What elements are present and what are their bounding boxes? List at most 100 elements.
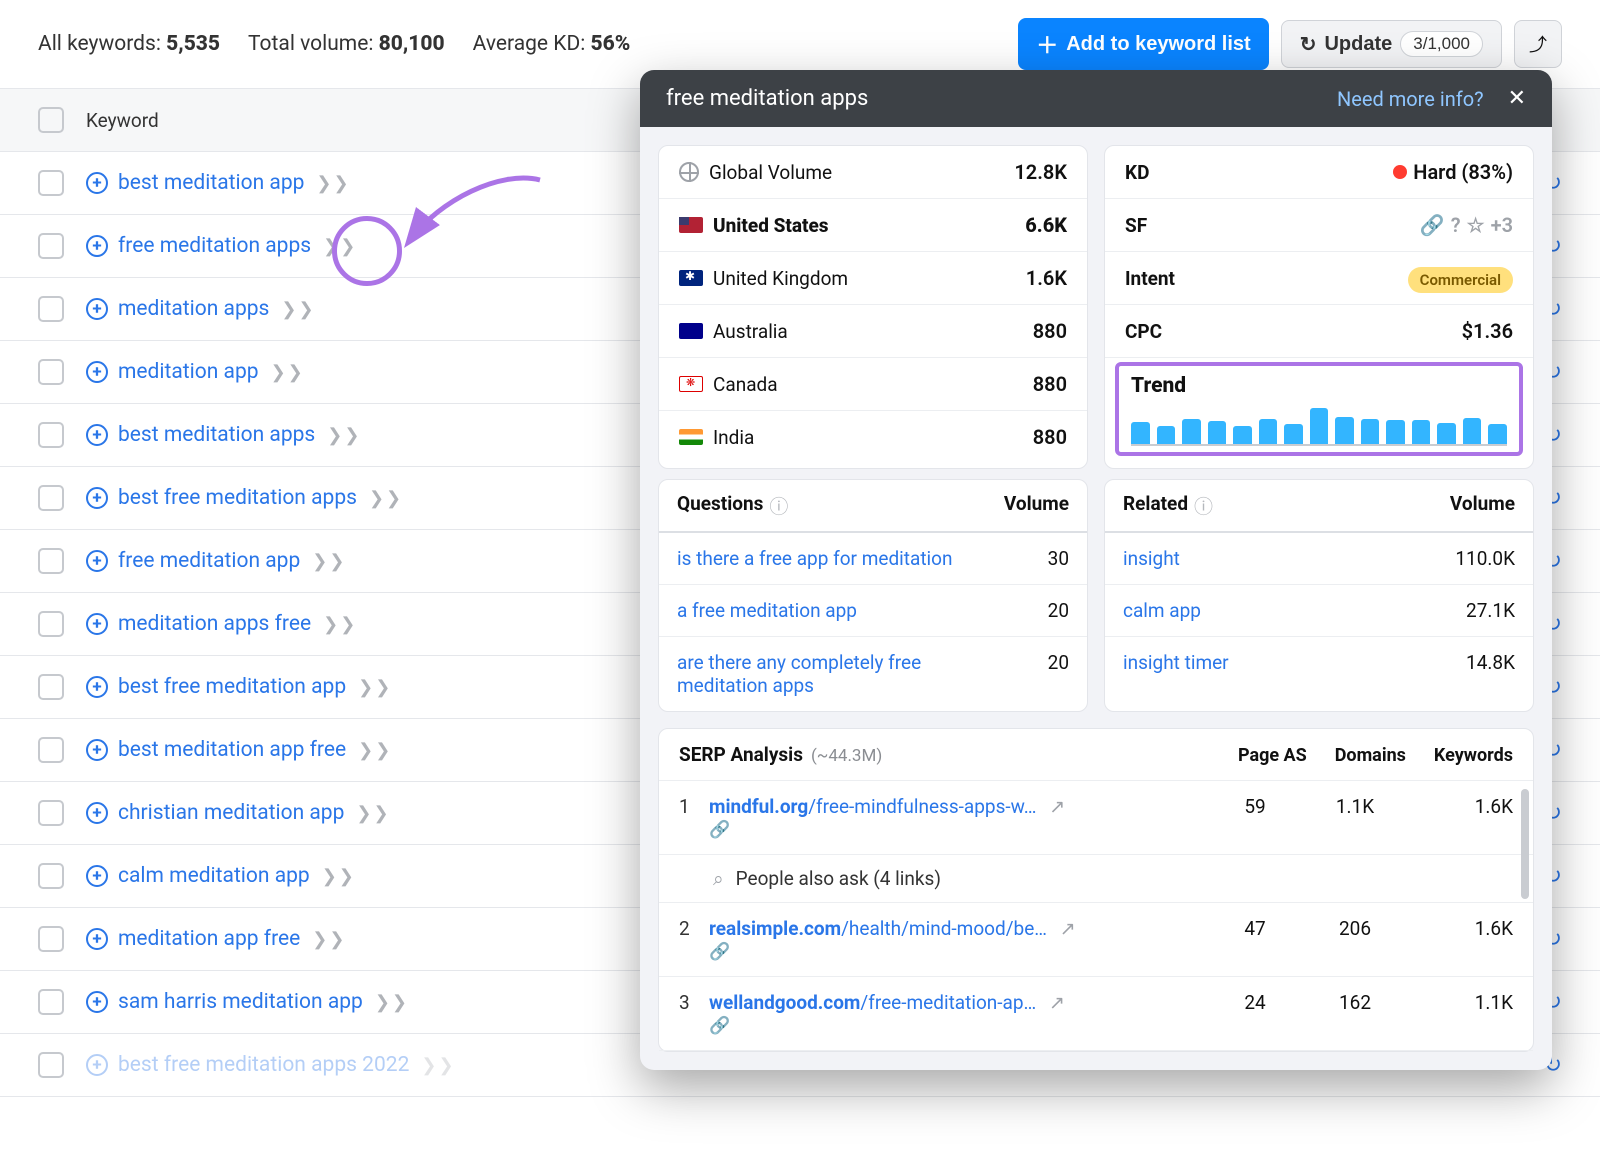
serp-url[interactable]: wellandgood.com/free-meditation-ap… ↗ 🔗 <box>709 991 1197 1036</box>
keyword-link[interactable]: best free meditation apps <box>118 486 357 510</box>
country-volume-row[interactable]: Australia880 <box>659 305 1087 358</box>
add-icon[interactable]: + <box>86 1054 108 1076</box>
people-also-ask-row[interactable]: ⌕People also ask (4 links) <box>659 855 1533 903</box>
info-icon[interactable]: ⓘ <box>1194 492 1213 519</box>
related-link[interactable]: insight <box>1123 547 1445 570</box>
country-volume-row[interactable]: United Kingdom1.6K <box>659 252 1087 305</box>
row-checkbox[interactable] <box>38 926 64 952</box>
row-checkbox[interactable] <box>38 359 64 385</box>
keyword-link[interactable]: sam harris meditation app <box>118 990 363 1014</box>
question-link[interactable]: is there a free app for meditation <box>677 547 999 570</box>
update-button[interactable]: ↻ Update 3/1,000 <box>1281 20 1502 68</box>
keyword-column-header[interactable]: Keyword <box>86 109 159 132</box>
question-link[interactable]: are there any completely free meditation… <box>677 651 999 697</box>
keyword-link[interactable]: best meditation app <box>118 171 304 195</box>
row-checkbox[interactable] <box>38 989 64 1015</box>
serp-row[interactable]: 3 wellandgood.com/free-meditation-ap… ↗ … <box>659 977 1533 1051</box>
row-checkbox[interactable] <box>38 611 64 637</box>
add-icon[interactable]: + <box>86 991 108 1013</box>
keyword-link[interactable]: best free meditation apps 2022 <box>118 1053 409 1077</box>
close-icon[interactable]: ✕ <box>1508 86 1526 111</box>
keyword-link[interactable]: free meditation app <box>118 549 300 573</box>
add-icon[interactable]: + <box>86 865 108 887</box>
export-button[interactable]: ⤴ <box>1514 20 1562 68</box>
related-row[interactable]: calm app27.1K <box>1105 585 1533 637</box>
question-row[interactable]: is there a free app for meditation30 <box>659 533 1087 585</box>
keyword-link[interactable]: meditation apps free <box>118 612 311 636</box>
country-volume-row[interactable]: Canada880 <box>659 358 1087 411</box>
chevron-right-icon[interactable]: ❯❯ <box>421 1055 455 1076</box>
add-icon[interactable]: + <box>86 298 108 320</box>
related-link[interactable]: insight timer <box>1123 651 1445 674</box>
keyword-link[interactable]: meditation app free <box>118 927 300 951</box>
row-checkbox[interactable] <box>38 800 64 826</box>
select-all-checkbox[interactable] <box>38 107 64 133</box>
chevron-right-icon[interactable]: ❯❯ <box>356 803 390 824</box>
external-link-icon[interactable]: ↗ <box>1049 991 1065 1014</box>
chevron-right-icon[interactable]: ❯❯ <box>316 173 350 194</box>
chevron-right-icon[interactable]: ❯❯ <box>312 929 346 950</box>
add-icon[interactable]: + <box>86 424 108 446</box>
add-icon[interactable]: + <box>86 361 108 383</box>
chevron-right-icon[interactable]: ❯❯ <box>369 488 403 509</box>
keyword-link[interactable]: best meditation app free <box>118 738 346 762</box>
chevron-right-icon[interactable]: ❯❯ <box>323 614 357 635</box>
serp-col-page-as[interactable]: Page AS <box>1238 745 1307 766</box>
related-row[interactable]: insight timer14.8K <box>1105 637 1533 688</box>
serp-row[interactable]: 1 mindful.org/free-mindfulness-apps-w… ↗… <box>659 781 1533 855</box>
chevron-right-icon[interactable]: ❯❯ <box>375 992 409 1013</box>
keyword-link[interactable]: best free meditation app <box>118 675 346 699</box>
question-link[interactable]: a free meditation app <box>677 599 999 622</box>
keyword-link[interactable]: meditation app <box>118 360 259 384</box>
external-link-icon[interactable]: ↗ <box>1060 917 1076 940</box>
refresh-icon: ↻ <box>1300 32 1317 57</box>
row-checkbox[interactable] <box>38 737 64 763</box>
row-checkbox[interactable] <box>38 296 64 322</box>
serp-col-keywords[interactable]: Keywords <box>1434 745 1513 766</box>
add-icon[interactable]: + <box>86 172 108 194</box>
add-icon[interactable]: + <box>86 676 108 698</box>
keyword-link[interactable]: calm meditation app <box>118 864 310 888</box>
add-icon[interactable]: + <box>86 613 108 635</box>
chevron-right-icon[interactable]: ❯❯ <box>358 740 392 761</box>
country-volume-row[interactable]: India880 <box>659 411 1087 463</box>
chevron-right-icon[interactable]: ❯❯ <box>312 551 346 572</box>
serp-url[interactable]: mindful.org/free-mindfulness-apps-w… ↗ 🔗 <box>709 795 1197 840</box>
country-volume-row[interactable]: United States6.6K <box>659 199 1087 252</box>
chevron-right-icon[interactable]: ❯❯ <box>322 866 356 887</box>
keyword-link[interactable]: free meditation apps <box>118 234 311 258</box>
row-checkbox[interactable] <box>38 233 64 259</box>
add-icon[interactable]: + <box>86 487 108 509</box>
need-more-info-link[interactable]: Need more info? <box>1337 87 1484 111</box>
add-icon[interactable]: + <box>86 739 108 761</box>
chevron-right-icon[interactable]: ❯❯ <box>358 677 392 698</box>
row-checkbox[interactable] <box>38 548 64 574</box>
external-link-icon[interactable]: ↗ <box>1049 795 1065 818</box>
related-link[interactable]: calm app <box>1123 599 1445 622</box>
keyword-link[interactable]: christian meditation app <box>118 801 344 825</box>
keyword-link[interactable]: meditation apps <box>118 297 269 321</box>
add-icon[interactable]: + <box>86 550 108 572</box>
question-row[interactable]: a free meditation app20 <box>659 585 1087 637</box>
serp-url[interactable]: realsimple.com/health/mind-mood/be… ↗ 🔗 <box>709 917 1197 962</box>
add-icon[interactable]: + <box>86 928 108 950</box>
row-checkbox[interactable] <box>38 674 64 700</box>
row-checkbox[interactable] <box>38 485 64 511</box>
chevron-right-icon[interactable]: ❯❯ <box>271 362 305 383</box>
chevron-right-icon[interactable]: ❯❯ <box>281 299 315 320</box>
serp-col-domains[interactable]: Domains <box>1335 745 1406 766</box>
serp-row[interactable]: 2 realsimple.com/health/mind-mood/be… ↗ … <box>659 903 1533 977</box>
chevron-right-icon[interactable]: ❯❯ <box>327 425 361 446</box>
add-icon[interactable]: + <box>86 235 108 257</box>
row-checkbox[interactable] <box>38 863 64 889</box>
scrollbar[interactable] <box>1521 789 1529 899</box>
keyword-link[interactable]: best meditation apps <box>118 423 315 447</box>
row-checkbox[interactable] <box>38 422 64 448</box>
row-checkbox[interactable] <box>38 1052 64 1078</box>
question-row[interactable]: are there any completely free meditation… <box>659 637 1087 711</box>
add-icon[interactable]: + <box>86 802 108 824</box>
info-icon[interactable]: ⓘ <box>769 492 788 519</box>
row-checkbox[interactable] <box>38 170 64 196</box>
related-row[interactable]: insight110.0K <box>1105 533 1533 585</box>
add-to-keyword-list-button[interactable]: ＋ Add to keyword list <box>1018 18 1268 70</box>
